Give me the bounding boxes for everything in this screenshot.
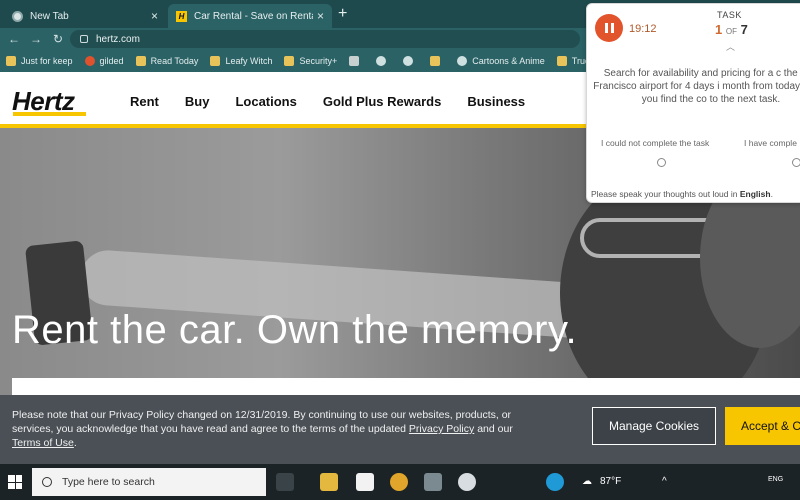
recorder-icon[interactable] [458,473,476,491]
logo-underline [13,112,86,116]
apple-icon [403,56,414,66]
main-nav: Rent Buy Locations Gold Plus Rewards Bus… [130,94,525,109]
tab-title: New Tab [30,10,69,22]
reload-icon[interactable]: ↻ [50,32,66,46]
globe-icon [457,56,468,66]
task-instruction: Search for availability and pricing for … [593,68,800,105]
chevron-up-icon[interactable]: ︿ [726,40,735,53]
terms-of-use-link[interactable]: Terms of Use [12,437,74,449]
manage-cookies-button[interactable]: Manage Cookies [592,407,716,445]
weather-icon[interactable]: ☁ [582,476,592,487]
language-indicator[interactable]: ENG [768,476,783,483]
search-placeholder: Type here to search [62,476,155,488]
bookmark-item[interactable]: Read Today [135,56,198,66]
new-tab-button[interactable]: + [338,5,347,23]
privacy-policy-link[interactable]: Privacy Policy [409,423,474,435]
task-panel: 19:12 TASK 1 OF 7 ︿ Search for availabil… [586,3,800,203]
globe-icon [376,56,387,66]
folder-icon [556,56,567,66]
radio-completed[interactable] [792,158,800,167]
folder-icon [284,56,295,66]
lock-icon [80,35,88,43]
hertz-favicon: H [176,10,187,22]
nav-business[interactable]: Business [467,94,525,109]
nav-rent[interactable]: Rent [130,94,159,109]
back-icon[interactable]: ← [6,32,22,46]
bookmark-item[interactable]: Security+ [284,56,337,66]
file-explorer-icon[interactable] [320,473,338,491]
search-icon [42,477,52,487]
folder-icon [430,56,441,66]
close-icon[interactable]: × [151,9,158,23]
edge-icon[interactable] [546,473,564,491]
pause-recording-button[interactable] [595,14,623,42]
bookmark-item[interactable]: Cartoons & Anime [457,56,545,66]
cookie-banner: Please note that our Privacy Policy chan… [0,395,800,464]
hero-title: Rent the car. Own the memory. [12,308,578,352]
nav-gold-plus-rewards[interactable]: Gold Plus Rewards [323,94,441,109]
folder-icon [6,56,16,66]
calendar-icon [349,56,360,66]
windows-taskbar: Type here to search ☁ 87°F ^ ENG [0,464,800,500]
tab-title: Car Rental - Save on Rental Cars [194,10,313,22]
forward-icon[interactable]: → [28,32,44,46]
accept-cookies-button[interactable]: Accept & C [725,407,800,445]
task-view-icon[interactable] [276,473,294,491]
app-icon[interactable] [424,473,442,491]
weather-temp[interactable]: 87°F [600,476,621,487]
folder-icon [135,56,146,66]
address-bar[interactable]: hertz.com [70,30,580,48]
folder-icon [210,56,221,66]
reddit-icon [84,56,95,66]
recording-timer: 19:12 [629,23,657,35]
tab-hertz[interactable]: H Car Rental - Save on Rental Cars × [168,4,332,28]
speak-instruction: Please speak your thoughts out loud in E… [591,189,773,199]
tab-new-tab[interactable]: New Tab × [4,4,166,28]
chrome-icon [12,10,23,22]
option-could-not-complete: I could not complete the task [601,138,710,148]
pause-icon [604,23,608,33]
task-label: TASK [717,10,742,20]
close-icon[interactable]: × [317,9,324,23]
bookmark-item[interactable] [349,56,364,66]
nav-locations[interactable]: Locations [235,94,296,109]
option-completed: I have comple [744,138,797,148]
bookmark-item[interactable] [430,56,445,66]
radio-could-not-complete[interactable] [657,158,666,167]
url-text: hertz.com [96,33,140,45]
chrome-taskbar-icon[interactable] [390,473,408,491]
cookie-notice-text: Please note that our Privacy Policy chan… [12,409,513,449]
tray-chevron-icon[interactable]: ^ [662,476,667,487]
taskbar-search-box[interactable]: Type here to search [32,468,266,496]
bookmark-item[interactable]: Leafy Witch [210,56,272,66]
bookmark-item[interactable]: Just for keep [6,56,73,66]
task-counter: 1 OF 7 [715,22,748,37]
notion-icon[interactable] [356,473,374,491]
bookmark-item[interactable] [403,56,418,66]
bookmark-item[interactable] [376,56,391,66]
windows-start-icon[interactable] [8,475,22,489]
bookmark-item[interactable]: gilded [84,56,124,66]
nav-buy[interactable]: Buy [185,94,210,109]
